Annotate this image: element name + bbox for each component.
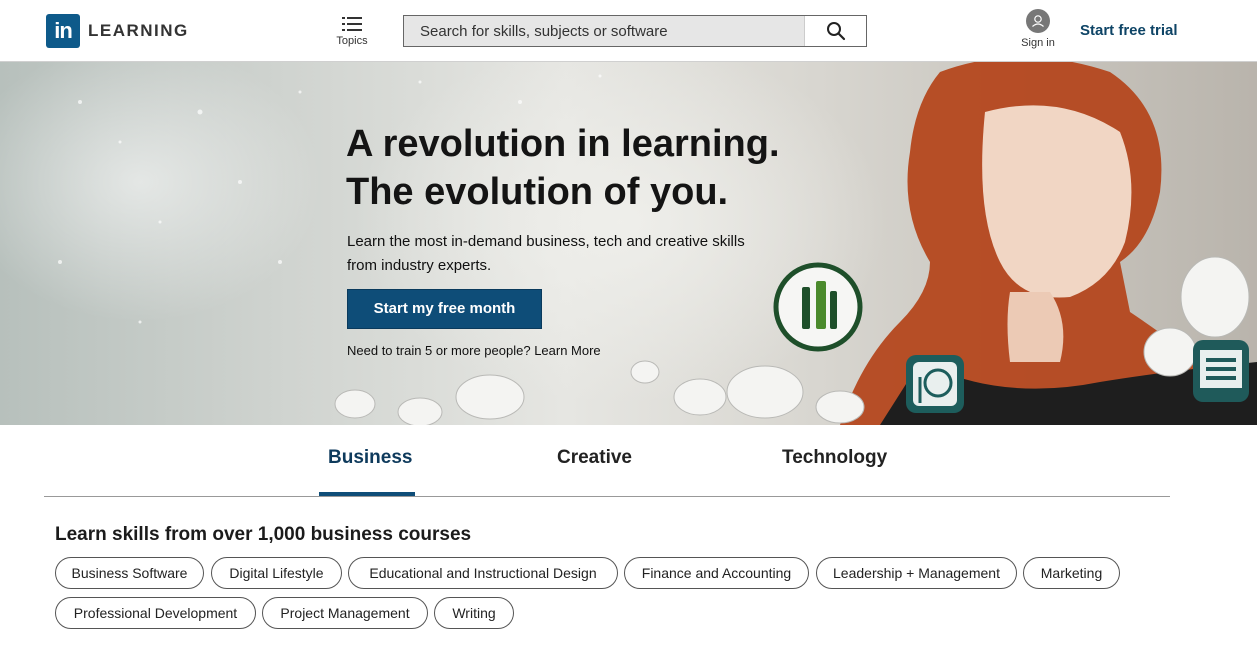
topic-pill-leadership-management[interactable]: Leadership + Management — [816, 557, 1017, 589]
team-training-text: Need to train 5 or more people? — [347, 343, 531, 358]
active-tab-indicator — [319, 492, 415, 496]
topic-pill-business-software[interactable]: Business Software — [55, 557, 204, 589]
topic-pill-project-management[interactable]: Project Management — [262, 597, 428, 629]
hero-title-line-1: A revolution in learning. — [346, 123, 780, 165]
topics-button[interactable]: Topics — [332, 14, 372, 47]
topic-pill-finance-accounting[interactable]: Finance and Accounting — [624, 557, 809, 589]
design-tool-icon — [906, 355, 964, 413]
topics-menu-icon — [342, 16, 362, 32]
tab-business[interactable]: Business — [328, 447, 412, 469]
search-bar — [403, 15, 867, 47]
topic-pill-digital-lifestyle[interactable]: Digital Lifestyle — [211, 557, 342, 589]
hero-title: A revolution in learning. The evolution … — [346, 120, 780, 216]
logo-text[interactable]: LEARNING — [88, 21, 189, 41]
paint-brushes-icon — [773, 262, 863, 352]
site-header: in LEARNING Topics Sign in Start free tr… — [0, 0, 1257, 62]
search-icon — [827, 22, 846, 41]
linkedin-logo-icon[interactable]: in — [46, 14, 80, 48]
video-edit-icon — [1193, 340, 1249, 402]
topic-pill-professional-development[interactable]: Professional Development — [55, 597, 256, 629]
search-button[interactable] — [804, 16, 866, 46]
tab-technology[interactable]: Technology — [782, 447, 887, 469]
user-icon — [1026, 9, 1050, 33]
courses-heading: Learn skills from over 1,000 business co… — [55, 524, 472, 545]
topic-pill-writing[interactable]: Writing — [434, 597, 514, 629]
hero-subtitle: Learn the most in-demand business, tech … — [347, 233, 745, 274]
topics-label: Topics — [336, 35, 368, 47]
hero-banner: A revolution in learning. The evolution … — [0, 62, 1257, 425]
team-training-note: Need to train 5 or more people? Learn Mo… — [347, 343, 601, 358]
topic-pill-marketing[interactable]: Marketing — [1023, 557, 1120, 589]
topic-pill-educational-instructional-design[interactable]: Educational and Instructional Design — [348, 557, 618, 589]
tab-creative[interactable]: Creative — [557, 447, 632, 469]
learn-more-link[interactable]: Learn More — [534, 343, 600, 358]
category-tabs: Business Creative Technology — [44, 425, 1170, 497]
search-input[interactable] — [404, 16, 804, 46]
sign-in-label: Sign in — [1021, 37, 1055, 49]
sign-in-button[interactable]: Sign in — [1018, 9, 1058, 49]
start-free-month-button[interactable]: Start my free month — [347, 289, 542, 329]
hero-title-line-2: The evolution of you. — [346, 171, 729, 213]
start-free-trial-link[interactable]: Start free trial — [1080, 22, 1178, 39]
